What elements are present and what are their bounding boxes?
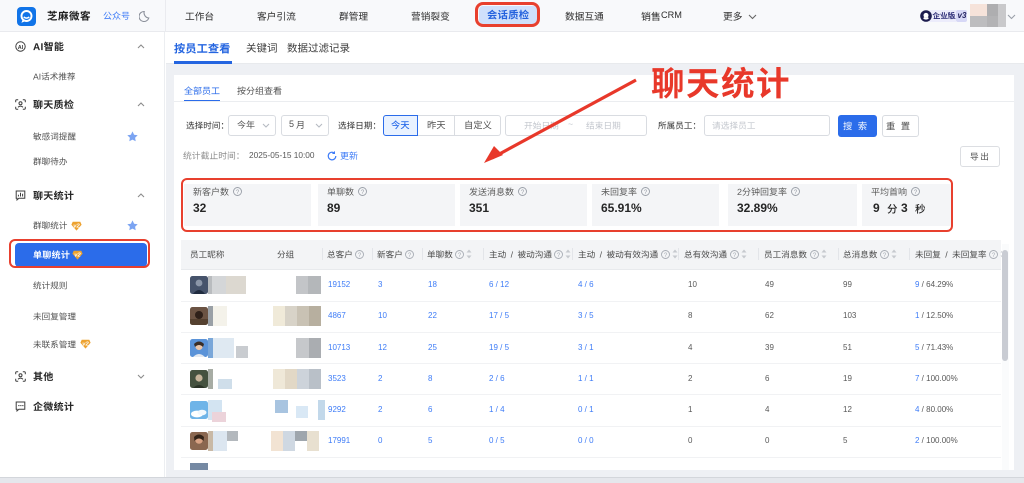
svg-text:v2: v2: [82, 342, 89, 348]
svg-text:AI: AI: [18, 44, 24, 50]
svg-text:v2: v2: [73, 223, 80, 229]
